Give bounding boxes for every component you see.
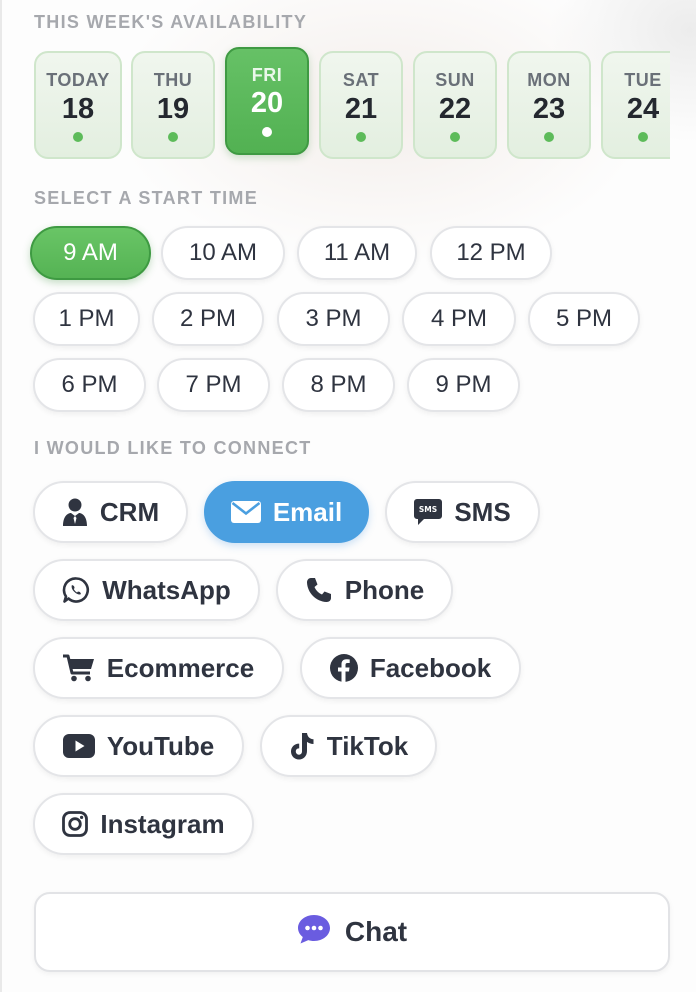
connect-option-crm[interactable]: CRM	[33, 481, 188, 543]
day-number: 23	[532, 93, 566, 125]
day-tile-sun[interactable]: SUN 22	[413, 51, 497, 159]
availability-dot	[544, 132, 554, 142]
sms-bubble-icon: SMS	[414, 499, 443, 525]
time-option-2pm[interactable]: 2 PM	[152, 292, 264, 346]
day-number: 20	[250, 87, 284, 119]
availability-dot	[356, 132, 366, 142]
start-time-label: SELECT A START TIME	[34, 188, 259, 208]
day-number: 18	[61, 93, 95, 125]
phone-icon	[305, 576, 333, 604]
day-name: THU	[153, 70, 193, 90]
time-option-9am[interactable]: 9 AM	[30, 226, 151, 280]
chat-button[interactable]: Chat	[34, 892, 670, 972]
connect-option-label: CRM	[99, 496, 160, 527]
connect-option-whatsapp[interactable]: WhatsApp	[33, 559, 260, 621]
day-tile-today[interactable]: TODAY 18	[34, 51, 122, 159]
connect-option-label: WhatsApp	[102, 574, 231, 605]
connect-option-label: Ecommerce	[106, 652, 255, 683]
time-option-8pm[interactable]: 8 PM	[282, 358, 395, 412]
day-tile-thu[interactable]: THU 19	[131, 51, 215, 159]
day-name: TUE	[624, 70, 662, 90]
day-tile-tue[interactable]: TUE 24	[601, 51, 670, 159]
day-name: SUN	[435, 70, 475, 90]
connect-option-facebook[interactable]: Facebook	[300, 637, 521, 699]
day-selector: TODAY 18 THU 19 FRI 20 SAT 21 SUN 22 MON…	[0, 0, 670, 170]
svg-text:SMS: SMS	[419, 505, 437, 514]
connect-option-label: Email	[272, 496, 343, 527]
youtube-icon	[62, 734, 95, 758]
availability-dot	[450, 132, 460, 142]
time-option-3pm[interactable]: 3 PM	[277, 292, 390, 346]
availability-dot	[73, 132, 83, 142]
connect-option-sms[interactable]: SMS SMS	[385, 481, 540, 543]
tiktok-icon	[289, 732, 315, 760]
time-option-6pm[interactable]: 6 PM	[33, 358, 146, 412]
connect-option-label: Facebook	[369, 652, 492, 683]
availability-dot	[168, 132, 178, 142]
facebook-icon	[329, 654, 358, 682]
day-number: 21	[344, 93, 378, 125]
day-tile-mon[interactable]: MON 23	[507, 51, 591, 159]
connect-option-phone[interactable]: Phone	[276, 559, 453, 621]
time-option-11am[interactable]: 11 AM	[297, 226, 417, 280]
chat-button-label: Chat	[344, 916, 408, 947]
envelope-icon	[230, 501, 261, 523]
day-name: SAT	[342, 70, 380, 90]
time-option-9pm[interactable]: 9 PM	[407, 358, 520, 412]
time-option-4pm[interactable]: 4 PM	[402, 292, 516, 346]
whatsapp-icon	[62, 576, 90, 604]
person-tie-icon	[62, 498, 88, 526]
connect-option-youtube[interactable]: YouTube	[33, 715, 244, 777]
day-name: MON	[527, 70, 571, 90]
connect-option-label: SMS	[454, 496, 511, 527]
time-option-12pm[interactable]: 12 PM	[430, 226, 552, 280]
connect-option-label: YouTube	[106, 730, 215, 761]
day-tile-fri[interactable]: FRI 20	[225, 47, 309, 155]
day-number: 19	[156, 93, 190, 125]
connect-option-email[interactable]: Email	[204, 481, 369, 543]
day-tile-sat[interactable]: SAT 21	[319, 51, 403, 159]
day-name: FRI	[251, 65, 283, 85]
day-name: TODAY	[46, 70, 110, 90]
time-option-7pm[interactable]: 7 PM	[157, 358, 270, 412]
connect-option-instagram[interactable]: Instagram	[33, 793, 254, 855]
connect-option-label: Instagram	[100, 808, 225, 839]
time-option-10am[interactable]: 10 AM	[161, 226, 285, 280]
connect-option-ecommerce[interactable]: Ecommerce	[33, 637, 284, 699]
connect-option-tiktok[interactable]: TikTok	[260, 715, 437, 777]
availability-dot	[262, 127, 272, 137]
availability-dot	[638, 132, 648, 142]
instagram-icon	[62, 811, 89, 837]
time-option-1pm[interactable]: 1 PM	[33, 292, 140, 346]
day-number: 22	[438, 93, 472, 125]
time-option-5pm[interactable]: 5 PM	[528, 292, 640, 346]
connect-option-label: TikTok	[326, 730, 409, 761]
connect-label: I WOULD LIKE TO CONNECT	[34, 438, 312, 458]
cart-icon	[62, 654, 95, 682]
day-number: 24	[626, 93, 660, 125]
connect-option-label: Phone	[344, 574, 425, 605]
chat-bubble-icon	[297, 914, 331, 951]
